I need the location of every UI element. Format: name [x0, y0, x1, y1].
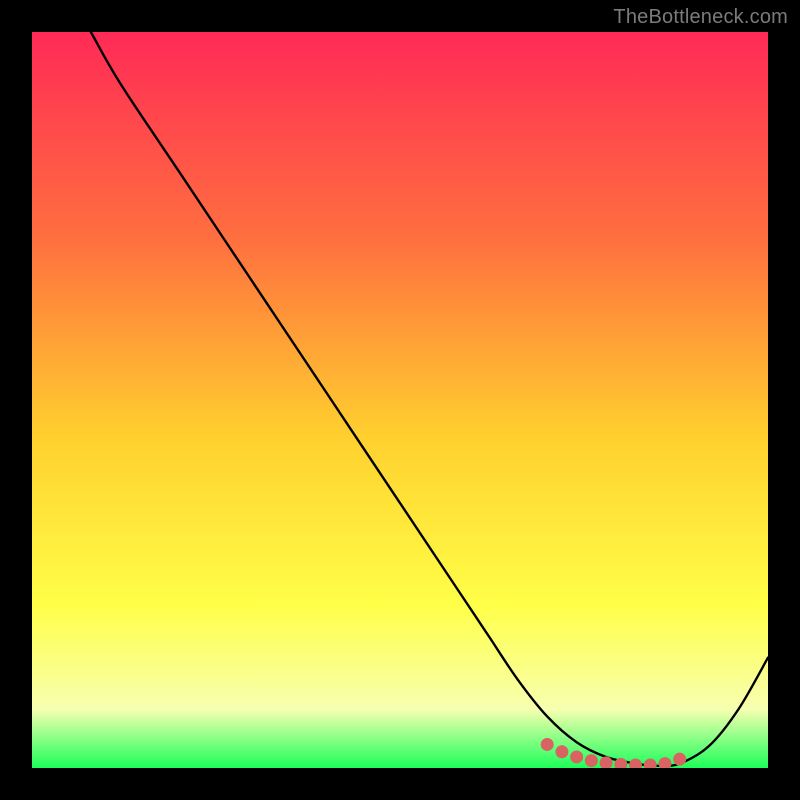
optimal-zone-marker: [673, 753, 686, 766]
gradient-background: [32, 32, 768, 768]
optimal-zone-marker: [541, 738, 554, 751]
bottleneck-chart: [32, 32, 768, 768]
optimal-zone-marker: [585, 754, 598, 767]
optimal-zone-marker: [555, 745, 568, 758]
watermark-text: TheBottleneck.com: [613, 6, 788, 29]
optimal-zone-marker: [570, 750, 583, 763]
chart-canvas: TheBottleneck.com: [0, 0, 800, 800]
